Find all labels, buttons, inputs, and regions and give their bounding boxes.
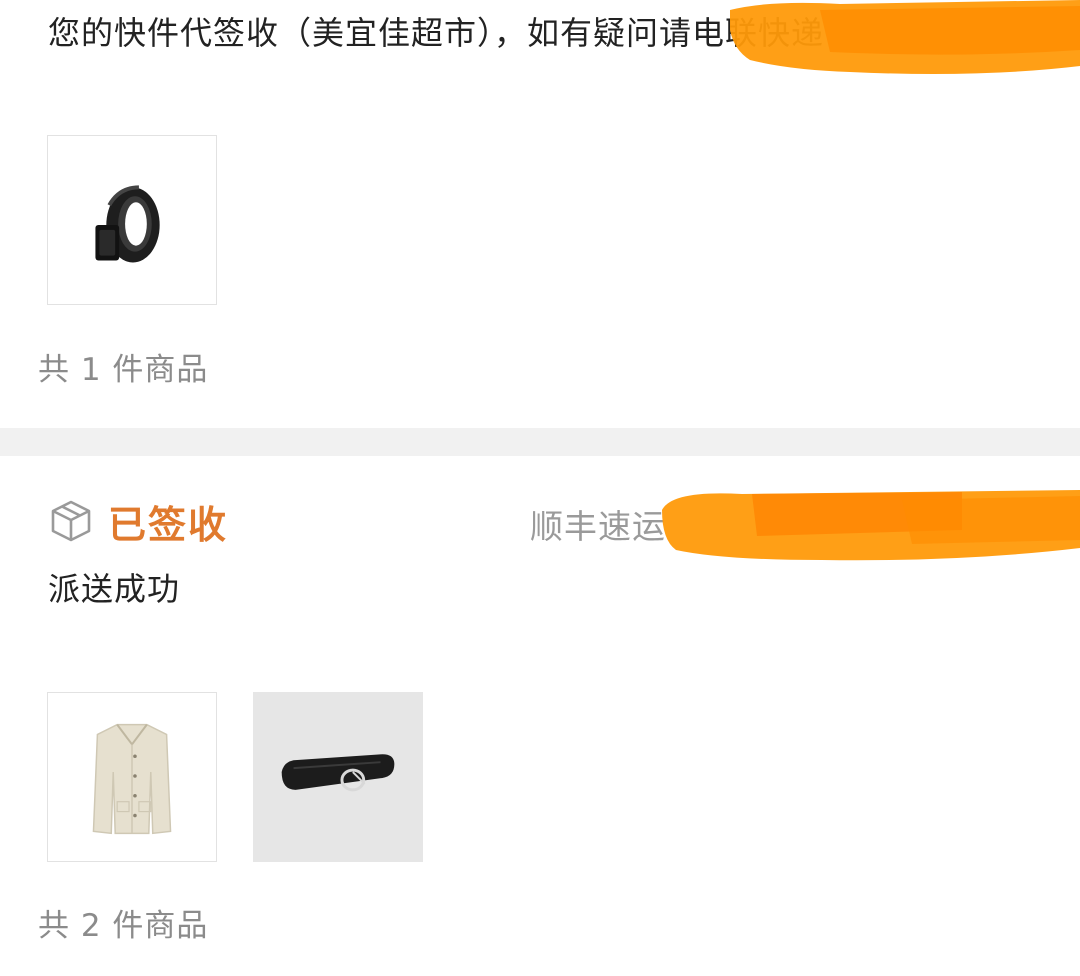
package-box-icon xyxy=(48,498,94,544)
item-count: 共 1 件商品 xyxy=(38,352,209,388)
jacket-image xyxy=(48,693,216,861)
belt-image xyxy=(254,693,422,861)
order-card-2[interactable]: 已签收 顺丰速运 派送成功 共 2 件商品 xyxy=(0,456,1080,976)
redaction-mark xyxy=(662,480,1080,566)
product-thumbnail-belt-roll[interactable] xyxy=(47,135,217,305)
order-status: 已签收 xyxy=(108,502,229,547)
product-thumbnail-belt[interactable] xyxy=(253,692,423,862)
card-separator xyxy=(0,428,1080,456)
status-row: 已签收 xyxy=(48,496,229,547)
order-card-1[interactable]: 您的快件代签收（美宜佳超市），如有疑问请电联快递 共 1 件商品 xyxy=(0,0,1080,428)
delivery-status-detail: 派送成功 xyxy=(48,570,181,608)
order-list: 您的快件代签收（美宜佳超市），如有疑问请电联快递 共 1 件商品 已签收 顺丰速… xyxy=(0,0,1080,976)
belt-roll-image xyxy=(48,136,216,304)
product-thumbnail-jacket[interactable] xyxy=(47,692,217,862)
item-count: 共 2 件商品 xyxy=(38,908,209,944)
delivery-notice: 您的快件代签收（美宜佳超市），如有疑问请电联快递 xyxy=(48,14,825,52)
courier-name: 顺丰速运 xyxy=(530,507,666,546)
